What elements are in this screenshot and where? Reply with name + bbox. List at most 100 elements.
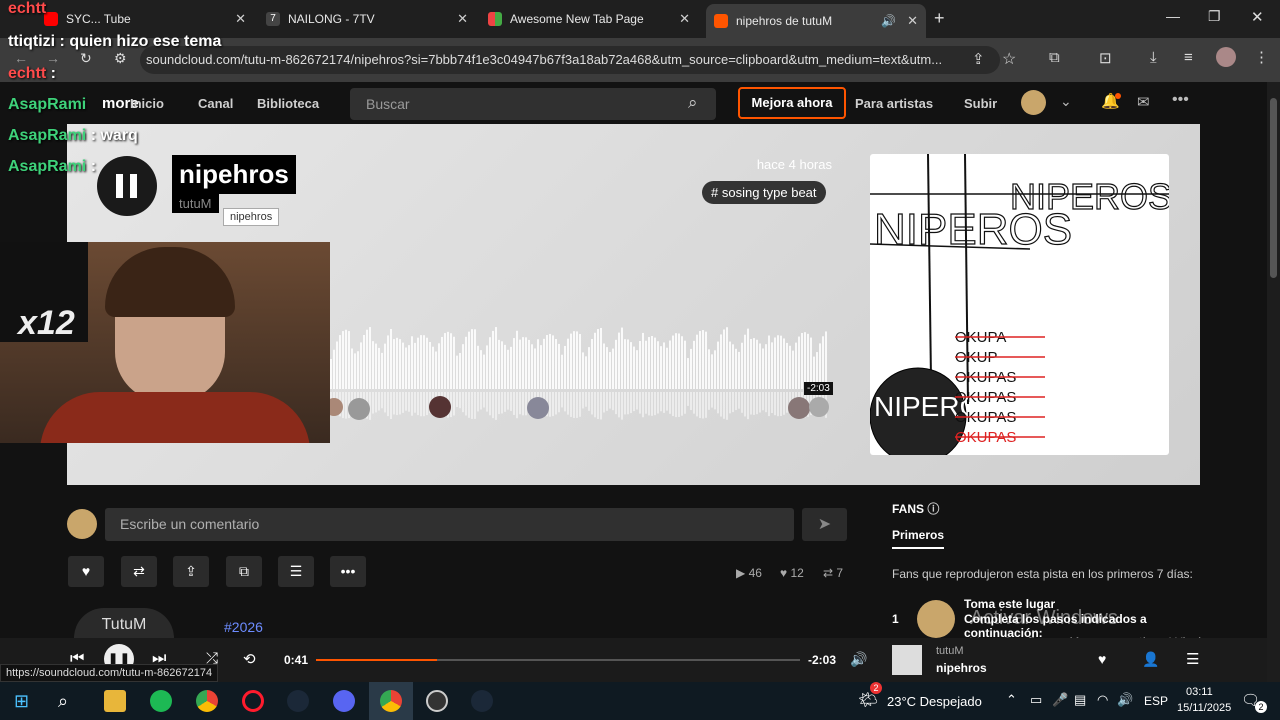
waveform-bar	[393, 339, 395, 389]
close-icon[interactable]: ✕	[679, 11, 690, 27]
comment-avatar[interactable]	[348, 398, 370, 420]
extensions-icon[interactable]: ⧉	[1049, 49, 1060, 66]
language-indicator[interactable]: ESP	[1144, 694, 1168, 708]
info-icon[interactable]: ⓘ	[927, 502, 939, 516]
genre-tag[interactable]: # sosing type beat	[702, 181, 826, 204]
close-icon[interactable]: ✕	[907, 13, 918, 29]
like-button[interactable]: ♥	[68, 556, 104, 587]
windows-start-icon[interactable]: ⊞	[14, 691, 29, 712]
spotify-icon[interactable]	[150, 690, 172, 712]
tab-youtube[interactable]: SYC... Tube ✕	[44, 6, 254, 32]
clock-time[interactable]: 03:11	[1186, 686, 1213, 698]
send-comment-button[interactable]: ➤	[802, 508, 847, 541]
volume-icon[interactable]: 🔊	[850, 651, 867, 668]
uploader-avatar[interactable]: TutuM	[74, 608, 174, 638]
more-actions-button[interactable]: •••	[330, 556, 366, 587]
search-icon[interactable]: ⌕	[58, 691, 68, 712]
nav-inicio[interactable]: Inicio	[130, 96, 164, 111]
chevron-down-icon[interactable]: ⌄	[1060, 93, 1072, 110]
discord-icon[interactable]	[333, 690, 355, 712]
microphone-icon[interactable]: 🎤	[1052, 692, 1068, 708]
tab-7tv[interactable]: 7 NAILONG - 7TV ✕	[266, 6, 476, 32]
clock-date[interactable]: 15/11/2025	[1177, 702, 1231, 714]
description-tag[interactable]: #2026	[224, 619, 263, 635]
weather-text[interactable]: 23°C Despejado	[887, 694, 982, 709]
screenshot-icon[interactable]: ⊡	[1099, 49, 1112, 67]
nav-upload[interactable]: Subir	[964, 96, 997, 111]
chevron-up-icon[interactable]: ⌃	[1006, 692, 1017, 708]
chrome-icon[interactable]	[380, 690, 402, 712]
speaker-icon[interactable]: 🔊	[881, 14, 896, 28]
follow-icon[interactable]: 👤	[1142, 651, 1159, 668]
tab-soundcloud[interactable]: nipehros de tutuM 🔊 ✕	[706, 4, 926, 38]
maximize-button[interactable]: ❐	[1208, 8, 1221, 25]
comment-avatar[interactable]	[429, 396, 451, 418]
nav-biblioteca[interactable]: Biblioteca	[257, 96, 319, 111]
new-tab-button[interactable]: +	[934, 8, 945, 29]
user-avatar[interactable]	[1021, 90, 1046, 115]
comment-input[interactable]: Escribe un comentario	[105, 508, 794, 541]
chrome-icon[interactable]	[196, 690, 218, 712]
close-icon[interactable]: ✕	[235, 11, 246, 27]
url-field[interactable]: soundcloud.com/tutu-m-862672174/nipehros…	[140, 46, 1000, 74]
comment-avatar[interactable]	[809, 397, 829, 417]
bookmark-star-icon[interactable]: ☆	[1002, 49, 1016, 69]
pause-button[interactable]	[97, 156, 157, 216]
tray-icon[interactable]: ▭	[1030, 692, 1042, 708]
file-explorer-icon[interactable]	[104, 690, 126, 712]
player-artist[interactable]: tutuM	[936, 645, 964, 657]
waveform-reflection	[729, 392, 731, 414]
comment-avatar[interactable]	[788, 397, 810, 419]
progress-bar[interactable]	[316, 659, 800, 661]
close-window-button[interactable]: ✕	[1251, 8, 1264, 26]
repost-button[interactable]: ⇄	[121, 556, 157, 587]
heart-icon[interactable]: ♥	[1098, 651, 1106, 667]
scrollbar[interactable]	[1267, 82, 1280, 682]
nav-for-artists[interactable]: Para artistas	[855, 96, 933, 111]
minimize-button[interactable]: —	[1166, 8, 1180, 24]
waveform-reflection	[618, 392, 620, 418]
add-to-playlist-button[interactable]: ☰	[278, 556, 314, 587]
steam-icon[interactable]	[287, 690, 309, 712]
back-icon[interactable]: ←	[14, 50, 28, 66]
more-options-icon[interactable]: •••	[1172, 91, 1189, 109]
queue-icon[interactable]: ☰	[1186, 650, 1199, 668]
waveform-reflection	[693, 392, 695, 414]
steam-icon[interactable]	[471, 690, 493, 712]
wifi-icon[interactable]: ◠	[1097, 692, 1108, 708]
waveform-reflection	[519, 392, 521, 415]
tab-new-tab-page[interactable]: Awesome New Tab Page ✕	[488, 6, 698, 32]
scrollbar-thumb[interactable]	[1270, 98, 1277, 278]
site-info-icon[interactable]: ⚙	[114, 50, 127, 67]
opera-icon[interactable]	[242, 690, 264, 712]
forward-icon[interactable]: →	[46, 50, 60, 66]
obs-icon[interactable]	[426, 690, 448, 712]
cover-art[interactable]: NIPEROS NIPEROS NIPEROS OKUPA OKUP OKUPAS O…	[870, 154, 1169, 455]
search-input[interactable]: Buscar	[350, 88, 716, 120]
waveform-reflection	[345, 392, 347, 419]
comment-avatar[interactable]	[527, 397, 549, 419]
search-icon[interactable]: ⌕	[688, 93, 698, 113]
waveform-bar	[717, 341, 719, 389]
track-artist[interactable]: tutuM	[172, 194, 219, 213]
tray-icon[interactable]: ▤	[1074, 692, 1086, 708]
mini-cover-art[interactable]	[892, 645, 922, 675]
fans-tab-first[interactable]: Primeros	[892, 528, 945, 549]
share-button[interactable]: ⇪	[173, 556, 209, 587]
menu-icon[interactable]: ⋮	[1254, 48, 1269, 66]
fan-avatar[interactable]	[917, 600, 955, 638]
upgrade-button[interactable]: Mejora ahora	[738, 87, 846, 119]
download-icon[interactable]: ⤓	[1150, 49, 1157, 66]
mail-icon[interactable]: ✉	[1137, 93, 1150, 111]
waveform[interactable]	[330, 324, 830, 424]
copy-link-button[interactable]: ⧉	[226, 556, 262, 587]
install-icon[interactable]: ⇪	[972, 50, 985, 68]
close-icon[interactable]: ✕	[457, 11, 468, 27]
reload-icon[interactable]: ↻	[80, 50, 92, 67]
nav-canal[interactable]: Canal	[198, 96, 233, 111]
media-icon[interactable]: ≡	[1184, 49, 1193, 66]
profile-avatar[interactable]	[1216, 47, 1236, 67]
player-title[interactable]: nipehros	[936, 661, 987, 675]
speaker-icon[interactable]: 🔊	[1117, 692, 1133, 708]
repeat-icon[interactable]: ⟲	[243, 650, 256, 668]
